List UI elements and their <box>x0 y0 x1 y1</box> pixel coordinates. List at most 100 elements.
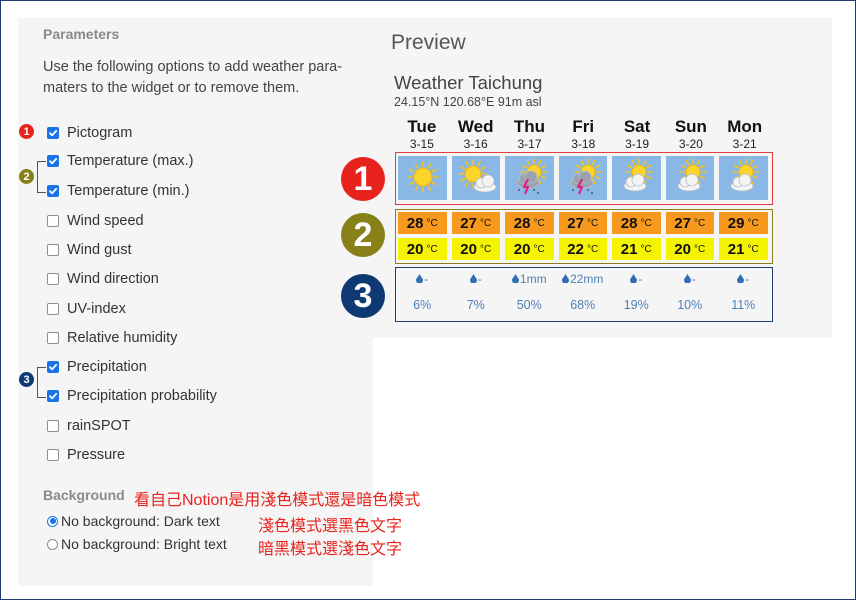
temp-unit: °C <box>533 217 545 229</box>
bracket-temperature <box>37 161 46 193</box>
min-temperature-row: 20 °C 20 °C 20 °C 22 °C 21 °C 20 °C 21 °C <box>398 238 768 260</box>
max-temp-value: 29 <box>727 214 745 232</box>
option-pressure[interactable]: Pressure <box>47 445 125 465</box>
option-label: Wind gust <box>67 242 132 258</box>
partly-cloudy-icon <box>612 156 661 200</box>
precip-cell: - 10% <box>666 270 715 313</box>
precip-cell: - 19% <box>612 270 661 313</box>
max-temp-value: 28 <box>620 214 638 232</box>
min-temp-value: 22 <box>567 240 584 258</box>
temp-unit: °C <box>693 217 706 229</box>
day-name: Fri <box>572 117 595 136</box>
precip-amount-value: - <box>691 271 696 286</box>
option-label: Pressure <box>67 447 126 463</box>
checkbox[interactable] <box>47 420 59 432</box>
sun-icon <box>398 156 447 200</box>
option-label: Temperature (min.) <box>67 183 190 199</box>
day-name: Sat <box>623 117 651 136</box>
pictogram-row <box>398 156 768 200</box>
checkbox[interactable] <box>47 390 59 402</box>
radio-label: No background: Dark text <box>61 513 220 529</box>
option-temperature-max[interactable]: Temperature (max.) <box>47 151 194 171</box>
precip-amount: - <box>452 270 501 287</box>
radio-bright-text[interactable]: No background: Bright text <box>47 534 227 554</box>
option-label: Precipitation probability <box>67 388 217 404</box>
precip-amount: - <box>612 270 661 287</box>
day-date: 3-21 <box>732 137 757 151</box>
option-relative-humidity[interactable]: Relative humidity <box>47 328 177 348</box>
min-temp-value: 20 <box>674 240 691 258</box>
day-header: Sat 3-19 <box>610 117 664 151</box>
precip-amount: - <box>666 270 715 287</box>
temp-unit: °C <box>533 243 545 255</box>
thunderstorm-icon <box>505 156 554 200</box>
preview-title: Preview <box>391 31 466 54</box>
checkbox[interactable] <box>47 185 59 197</box>
checkbox[interactable] <box>47 244 59 256</box>
checkbox[interactable] <box>47 155 59 167</box>
day-date: 3-15 <box>409 137 434 151</box>
annotation-note-mode: 看自己Notion是用淺色模式還是暗色模式 <box>134 492 421 509</box>
max-temp-cell: 27 °C <box>665 212 714 234</box>
precip-amount-value: 22mm <box>570 271 604 286</box>
option-label: Pictogram <box>67 125 133 141</box>
option-wind-gust[interactable]: Wind gust <box>47 240 131 260</box>
min-temp-cell: 21 °C <box>612 238 661 260</box>
option-precipitation[interactable]: Precipitation <box>47 357 147 377</box>
raindrop-icon <box>562 274 570 283</box>
checkbox[interactable] <box>47 449 59 461</box>
option-wind-direction[interactable]: Wind direction <box>47 269 159 289</box>
badge-1-large: 1 <box>341 157 385 201</box>
max-temperature-row: 28 °C 27 °C 28 °C 27 °C 28 °C 27 °C 29 °C <box>398 212 768 234</box>
radio-label: No background: Bright text <box>61 536 227 552</box>
precip-amount: 1mm <box>505 270 554 287</box>
checkbox[interactable] <box>47 361 59 373</box>
checkbox[interactable] <box>47 332 59 344</box>
max-temp-cell: 27 °C <box>558 212 607 234</box>
checkbox[interactable] <box>47 215 59 227</box>
option-pictogram[interactable]: Pictogram <box>47 123 132 143</box>
precip-cell: 1mm 50% <box>505 270 554 312</box>
day-header: Fri 3-18 <box>556 117 610 151</box>
option-label: UV-index <box>67 301 126 317</box>
badge-2-small: 2 <box>19 169 34 184</box>
day-name: Thu <box>513 117 546 136</box>
precip-amount: - <box>398 270 447 287</box>
temp-unit: °C <box>426 217 438 229</box>
option-label: Precipitation <box>67 359 147 375</box>
temp-unit: °C <box>479 217 492 229</box>
temp-unit: °C <box>586 217 599 229</box>
annotation-note-light: 淺色模式選黑色文字 <box>258 518 403 535</box>
precip-probability: 11% <box>731 298 756 312</box>
raindrop-icon <box>737 274 745 283</box>
radio-button[interactable] <box>47 515 58 527</box>
option-wind-speed[interactable]: Wind speed <box>47 211 144 231</box>
day-date: 3-19 <box>625 137 650 151</box>
option-temperature-min[interactable]: Temperature (min.) <box>47 181 189 201</box>
precip-probability: 7% <box>466 298 485 312</box>
option-uv-index[interactable]: UV-index <box>47 299 126 319</box>
max-temp-cell: 27 °C <box>451 212 500 234</box>
option-label: Relative humidity <box>67 330 178 346</box>
precip-amount-value: 1mm <box>519 271 547 286</box>
day-header: Mon 3-21 <box>718 117 772 151</box>
radio-button[interactable] <box>47 538 58 550</box>
temp-unit: °C <box>693 243 706 255</box>
day-date: 3-20 <box>678 137 703 151</box>
max-temp-cell: 29 °C <box>719 212 768 234</box>
option-label: Wind direction <box>67 271 159 287</box>
option-precipitation-probability[interactable]: Precipitation probability <box>47 386 217 406</box>
checkbox[interactable] <box>47 273 59 285</box>
badge-3-large: 3 <box>341 274 385 318</box>
min-temp-value: 20 <box>513 240 531 258</box>
precip-probability: 6% <box>413 298 432 312</box>
option-rainspot[interactable]: rainSPOT <box>47 416 131 436</box>
min-temp-value: 20 <box>406 240 424 258</box>
bracket-precipitation <box>37 367 46 398</box>
parameters-description: Use the following options to add weather… <box>43 59 343 96</box>
checkbox[interactable] <box>47 303 59 315</box>
temp-unit: °C <box>640 243 652 255</box>
max-temp-value: 27 <box>460 214 477 232</box>
radio-dark-text[interactable]: No background: Dark text <box>47 511 220 531</box>
checkbox[interactable] <box>47 127 59 139</box>
